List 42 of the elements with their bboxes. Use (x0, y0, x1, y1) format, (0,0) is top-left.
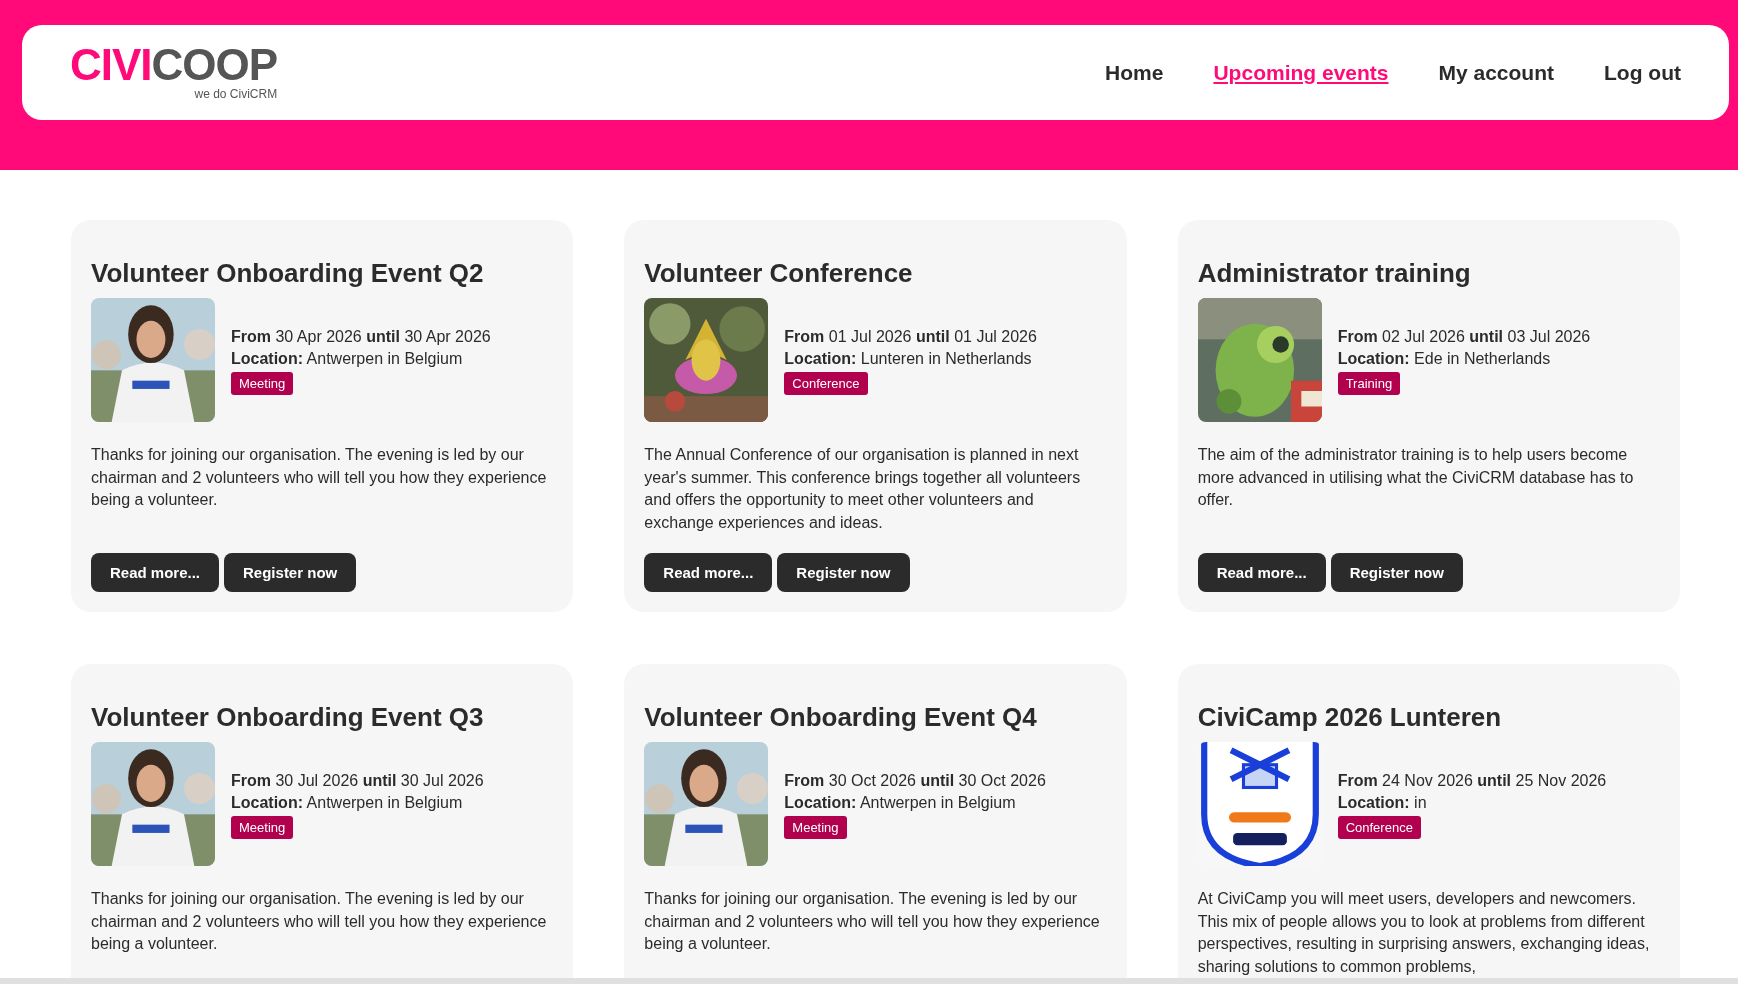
read-more-button[interactable]: Read more... (644, 553, 773, 592)
event-dates: From 30 Apr 2026 until 30 Apr 2026 (231, 326, 491, 347)
nav-link[interactable]: Upcoming events (1213, 60, 1389, 85)
event-title: Volunteer Onboarding Event Q4 (644, 701, 1038, 734)
event-type-tag: Conference (1337, 815, 1421, 839)
event-title: Volunteer Onboarding Event Q3 (91, 701, 485, 734)
event-location: Location: Lunteren in Netherlands (784, 348, 1033, 369)
event-description: The aim of the administrator training is to help users become more advanced in utilising what the CiviCRM database has to offer. (1197, 445, 1635, 510)
event-location: Location: Antwerpen in Belgium (231, 348, 464, 369)
event-description: Thanks for joining our organisation. The evening is led by our chairman and 2 volunteers who will tell you how they experience being a volunteer. (644, 889, 1101, 954)
event-description: Thanks for joining our organisation. The evening is led by our chairman and 2 volunteers who will tell you how they experience being a volunteer. (91, 445, 548, 510)
event-location: Location: Ede in Netherlands (1337, 348, 1552, 369)
event-type-tag: Meeting (231, 815, 294, 839)
event-dates: From 30 Jul 2026 until 30 Jul 2026 (231, 770, 484, 791)
event-type-tag: Meeting (784, 815, 847, 839)
event-title: Volunteer Onboarding Event Q2 (91, 257, 485, 290)
event-description: At CiviCamp you will meet users, developers and newcomers. This mix of people allows you to look at problems from different perspectives, resulting in surprising answers, exchanging ideas, sharing solutions to common problems, (1197, 889, 1651, 977)
register-button[interactable]: Register now (224, 553, 357, 592)
event-title: Volunteer Conference (644, 257, 914, 290)
event-type-tag: Meeting (231, 371, 294, 395)
read-more-button[interactable]: Read more... (1197, 553, 1326, 592)
register-button[interactable]: Register now (1330, 553, 1463, 592)
nav-link[interactable]: My account (1438, 60, 1555, 85)
event-title: CiviCamp 2026 Lunteren (1197, 701, 1503, 734)
logo[interactable]: CIVICOOP we do CiviCRM (70, 44, 278, 101)
event-type-tag: Conference (784, 371, 868, 395)
event-dates: From 30 Oct 2026 until 30 Oct 2026 (784, 770, 1046, 791)
event-location: Location: Antwerpen in Belgium (784, 792, 1017, 813)
event-description: Thanks for joining our organisation. The evening is led by our chairman and 2 volunteers who will tell you how they experience being a volunteer. (91, 889, 548, 954)
nav-link[interactable]: Home (1105, 60, 1164, 85)
event-type-tag: Training (1337, 371, 1401, 395)
nav-link[interactable]: Log out (1604, 60, 1681, 85)
event-title: Administrator training (1197, 257, 1472, 290)
event-dates: From 01 Jul 2026 until 01 Jul 2026 (784, 326, 1037, 347)
event-dates: From 02 Jul 2026 until 03 Jul 2026 (1337, 326, 1591, 347)
event-location: Location: in (1337, 792, 1428, 813)
read-more-button[interactable]: Read more... (91, 553, 220, 592)
event-dates: From 24 Nov 2026 until 25 Nov 2026 (1337, 770, 1607, 791)
register-button[interactable]: Register now (777, 553, 910, 592)
event-location: Location: Antwerpen in Belgium (231, 792, 464, 813)
event-description: The Annual Conference of our organisation is planned in next year's summer. This conference brings together all volunteers and offers the opportunity to meet other volunteers and exchange experiences and ideas. (644, 445, 1082, 533)
scrollbar[interactable] (0, 978, 1738, 984)
